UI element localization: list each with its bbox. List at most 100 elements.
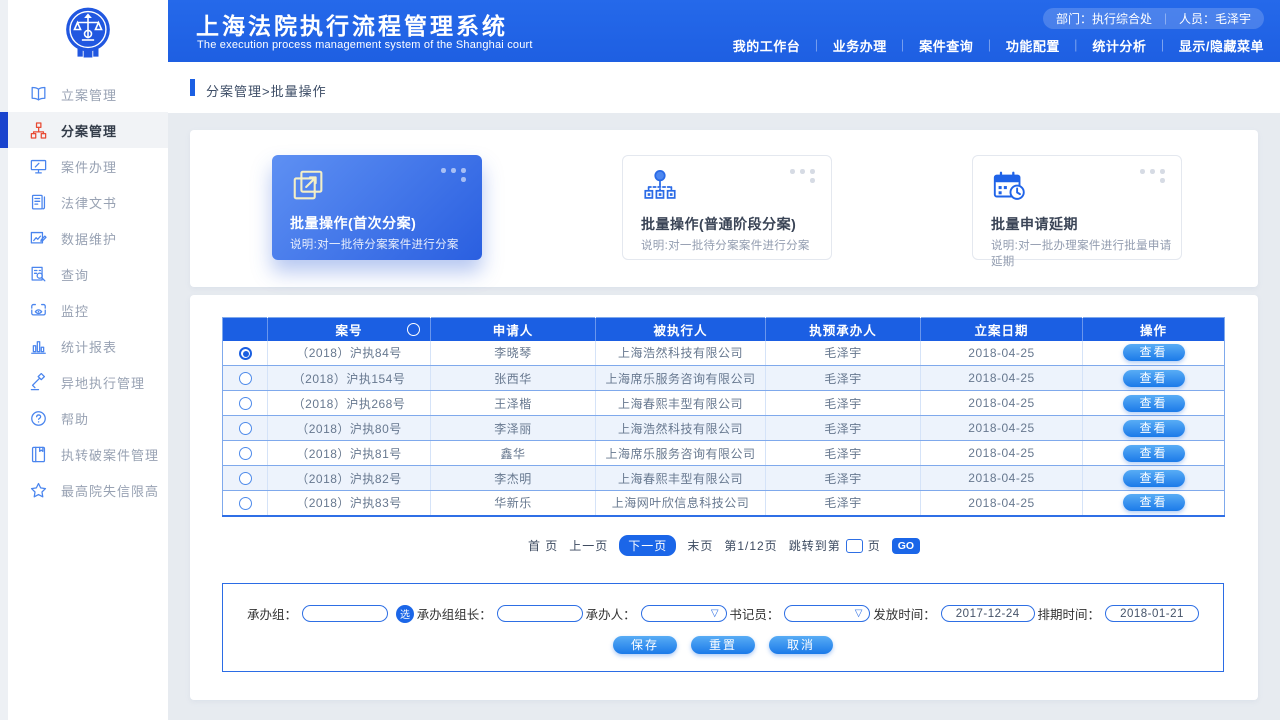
issue-date-label: 发放时间： xyxy=(873,604,936,623)
sidebar-item[interactable]: 监控 xyxy=(8,292,168,328)
filing-date-cell: 2018-04-25 xyxy=(921,366,1083,391)
select-cell xyxy=(223,466,268,491)
clerk-select[interactable]: ▽ xyxy=(784,605,870,622)
row-radio[interactable] xyxy=(239,372,252,385)
breadcrumb-accent xyxy=(190,79,195,96)
cancel-button[interactable]: 取消 xyxy=(769,636,833,654)
handling-group-input[interactable] xyxy=(302,605,388,622)
applicant-cell: 李杰明 xyxy=(431,466,596,491)
handling-group-label: 承办组： xyxy=(247,604,297,623)
sidebar-item[interactable]: 查询 xyxy=(8,256,168,292)
batch-stage-icon xyxy=(641,168,679,206)
case-number-cell: （2018）沪执82号 xyxy=(268,466,431,491)
action-cell: 查看 xyxy=(1083,466,1225,491)
handling-group-field-group: 承办组： 选 xyxy=(247,604,414,623)
sidebar-item-label: 分案管理 xyxy=(61,121,117,140)
card-description: 说明:对一批待分案案件进行分案 xyxy=(641,237,810,253)
table-row: （2018）沪执268号王泽楷上海春熙丰型有限公司毛泽宇2018-04-25查看 xyxy=(223,391,1225,416)
respondent-cell: 上海春熙丰型有限公司 xyxy=(596,466,766,491)
app-root: 立案管理分案管理案件办理法律文书数据维护查询监控统计报表异地执行管理帮助执转破案… xyxy=(0,0,1280,720)
sidebar-item[interactable]: 统计报表 xyxy=(8,328,168,364)
page-jump-input[interactable] xyxy=(846,539,863,553)
view-button[interactable]: 查看 xyxy=(1123,420,1185,437)
applicant-cell: 李晓琴 xyxy=(431,341,596,366)
view-button[interactable]: 查看 xyxy=(1123,370,1185,387)
card-description: 说明:对一批办理案件进行批量申请延期 xyxy=(991,237,1181,269)
batch-action-card[interactable]: 批量操作(普通阶段分案)说明:对一批待分案案件进行分案 xyxy=(622,155,832,260)
go-button[interactable]: GO xyxy=(892,538,920,554)
view-button[interactable]: 查看 xyxy=(1123,445,1185,462)
handler-cell: 毛泽宇 xyxy=(766,366,921,391)
sidebar-item[interactable]: 最高院失信限高 xyxy=(8,472,168,508)
view-button[interactable]: 查看 xyxy=(1123,344,1185,361)
pagination-first-button[interactable]: 首 页 xyxy=(528,537,558,554)
row-radio[interactable] xyxy=(239,347,252,360)
respondent-cell: 上海席乐服务咨询有限公司 xyxy=(596,366,766,391)
pick-group-button[interactable]: 选 xyxy=(396,605,414,623)
batch-action-card[interactable]: 批量操作(首次分案)说明:对一批待分案案件进行分案 xyxy=(272,155,482,260)
nav-item[interactable]: 我的工作台 xyxy=(733,36,801,55)
card-title: 批量申请延期 xyxy=(991,214,1078,234)
case-number-cell: （2018）沪执80号 xyxy=(268,416,431,441)
sidebar-item[interactable]: 法律文书 xyxy=(8,184,168,220)
applicant-cell: 鑫华 xyxy=(431,441,596,466)
pagination-prev-button[interactable]: 上一页 xyxy=(569,537,608,554)
select-all-radio[interactable] xyxy=(407,323,420,336)
select-cell xyxy=(223,441,268,466)
sidebar-item-label: 数据维护 xyxy=(61,229,117,248)
sidebar-item[interactable]: 案件办理 xyxy=(8,148,168,184)
issue-date-field[interactable]: 2017-12-24 xyxy=(941,605,1035,622)
pagination-next-button[interactable]: 下一页 xyxy=(619,535,676,556)
sidebar-item[interactable]: 数据维护 xyxy=(8,220,168,256)
sidebar-item-label: 立案管理 xyxy=(61,85,117,104)
column-header: 立案日期 xyxy=(921,318,1083,341)
gavel-icon xyxy=(29,373,48,392)
nav-item[interactable]: 案件查询 xyxy=(919,36,973,55)
view-button[interactable]: 查看 xyxy=(1123,494,1185,511)
sidebar-item[interactable]: 异地执行管理 xyxy=(8,364,168,400)
handler-cell: 毛泽宇 xyxy=(766,466,921,491)
row-radio[interactable] xyxy=(239,397,252,410)
nav-item[interactable]: 功能配置 xyxy=(1006,36,1060,55)
star-icon xyxy=(29,481,48,500)
view-button[interactable]: 查看 xyxy=(1123,395,1185,412)
nav-item[interactable]: 业务办理 xyxy=(833,36,887,55)
filing-date-cell: 2018-04-25 xyxy=(921,441,1083,466)
applicant-cell: 华新乐 xyxy=(431,491,596,516)
sidebar-item[interactable]: 帮助 xyxy=(8,400,168,436)
assignment-form: 承办组： 选 承办组组长： 承办人： ▽ 书记员： xyxy=(222,583,1224,672)
form-fields-row: 承办组： 选 承办组组长： 承办人： ▽ 书记员： xyxy=(223,604,1223,623)
respondent-cell: 上海网叶欣信息科技公司 xyxy=(596,491,766,516)
nav-item[interactable]: 显示/隐藏菜单 xyxy=(1179,36,1264,55)
row-radio[interactable] xyxy=(239,422,252,435)
pagination-last-button[interactable]: 末页 xyxy=(687,537,713,554)
action-cell: 查看 xyxy=(1083,416,1225,441)
sidebar-item[interactable]: 立案管理 xyxy=(8,76,168,112)
handler-label: 承办人： xyxy=(586,604,636,623)
sidebar-item[interactable]: 分案管理 xyxy=(8,112,168,148)
department-text: 部门：执行综合处 xyxy=(1056,10,1152,27)
view-button[interactable]: 查看 xyxy=(1123,470,1185,487)
row-radio[interactable] xyxy=(239,447,252,460)
sidebar-item[interactable]: 执转破案件管理 xyxy=(8,436,168,472)
handler-select[interactable]: ▽ xyxy=(641,605,727,622)
table-row: （2018）沪执81号鑫华上海席乐服务咨询有限公司毛泽宇2018-04-25查看 xyxy=(223,441,1225,466)
group-leader-input[interactable] xyxy=(497,605,583,622)
nav-item[interactable]: 统计分析 xyxy=(1092,36,1146,55)
more-options-icon[interactable] xyxy=(790,169,816,184)
more-options-icon[interactable] xyxy=(1140,169,1166,184)
case-table-body: （2018）沪执84号李晓琴上海浩然科技有限公司毛泽宇2018-04-25查看（… xyxy=(223,341,1225,516)
row-radio[interactable] xyxy=(239,497,252,510)
applicant-cell: 张西华 xyxy=(431,366,596,391)
filing-date-cell: 2018-04-25 xyxy=(921,341,1083,366)
more-options-icon[interactable] xyxy=(441,168,467,183)
schedule-date-field[interactable]: 2018-01-21 xyxy=(1105,605,1199,622)
reset-button[interactable]: 重置 xyxy=(691,636,755,654)
handler-cell: 毛泽宇 xyxy=(766,341,921,366)
sidebar-item-label: 案件办理 xyxy=(61,157,117,176)
batch-action-cards-panel: 批量操作(首次分案)说明:对一批待分案案件进行分案 批量操作(普通阶段分案)说明:… xyxy=(190,130,1258,287)
batch-action-card[interactable]: 批量申请延期说明:对一批办理案件进行批量申请延期 xyxy=(972,155,1182,260)
nav-separator: ｜ xyxy=(983,37,996,54)
row-radio[interactable] xyxy=(239,472,252,485)
save-button[interactable]: 保存 xyxy=(613,636,677,654)
